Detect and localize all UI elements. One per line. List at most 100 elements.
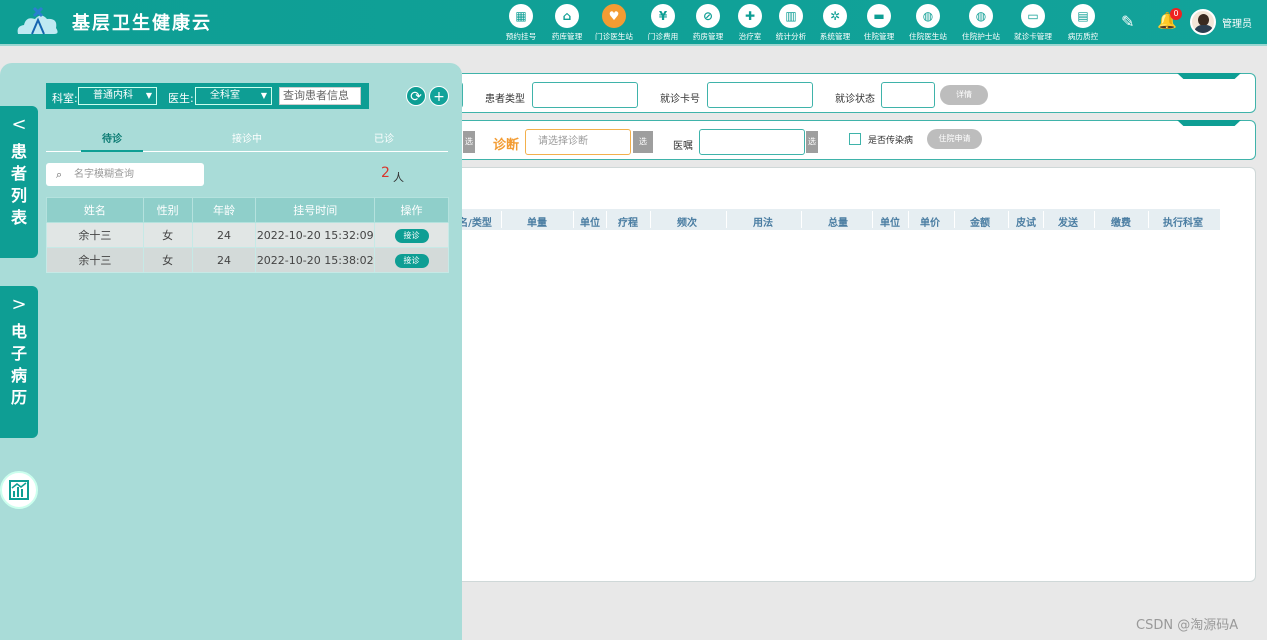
detail-button[interactable]: 详情 bbox=[940, 85, 988, 105]
nav-item[interactable]: ⊘ 药房管理 bbox=[685, 4, 731, 42]
nav-item-label: 住院管理 bbox=[863, 32, 895, 41]
search-icon: ⌕ bbox=[56, 168, 63, 181]
notification-badge: 0 bbox=[1170, 8, 1182, 20]
patient-type-input[interactable] bbox=[532, 82, 638, 108]
cell-time: 2022-10-20 15:38:02 bbox=[255, 247, 376, 273]
order-col-header: 疗程 bbox=[618, 218, 638, 229]
avatar[interactable] bbox=[1190, 9, 1216, 35]
nav-item[interactable]: ◍ 住院护士站 bbox=[958, 4, 1004, 42]
col-gender: 性别 bbox=[142, 197, 193, 223]
column-divider bbox=[650, 211, 651, 228]
nav-item[interactable]: ✲ 系统管理 bbox=[812, 4, 858, 42]
nav-item-label: 住院医生站 bbox=[909, 32, 947, 41]
nav-item[interactable]: ▬ 住院管理 bbox=[856, 4, 902, 42]
dept-select[interactable]: 普通内科 ▼ bbox=[78, 87, 157, 105]
cell-age: 24 bbox=[191, 222, 257, 248]
advice-select-button[interactable]: 选 bbox=[806, 131, 818, 153]
order-col-header: 缴费 bbox=[1111, 218, 1131, 229]
nav-item-label: 就诊卡管理 bbox=[1014, 32, 1052, 41]
diagnosis-input[interactable]: 请选择诊断 bbox=[525, 129, 631, 155]
line-chart-icon bbox=[9, 480, 29, 500]
doctor-select-value: 全科室 bbox=[210, 90, 240, 101]
cell-action: 接诊 bbox=[374, 247, 449, 273]
column-divider bbox=[872, 211, 873, 228]
select-button[interactable]: 选 bbox=[463, 131, 475, 153]
col-name: 姓名 bbox=[46, 197, 144, 223]
nav-item-label: 住院护士站 bbox=[962, 32, 1000, 41]
collapse-tab[interactable] bbox=[1177, 120, 1241, 126]
advice-input[interactable] bbox=[699, 129, 805, 155]
bed-icon: ▬ bbox=[867, 4, 891, 28]
chevron-right-icon: > bbox=[11, 294, 27, 315]
receive-button[interactable]: 接诊 bbox=[394, 253, 429, 268]
tab-waiting[interactable]: 待诊 bbox=[102, 130, 122, 145]
receive-button[interactable]: 接诊 bbox=[394, 228, 429, 243]
column-divider bbox=[908, 211, 909, 228]
name-search-placeholder: 名字模糊查询 bbox=[74, 169, 134, 180]
nav-item[interactable]: ▤ 病历质控 bbox=[1060, 4, 1106, 42]
nav-item-label: 治疗室 bbox=[738, 32, 762, 41]
nav-item[interactable]: ▥ 统计分析 bbox=[768, 4, 814, 42]
advice-label: 医嘱 bbox=[673, 141, 693, 152]
nav-item[interactable]: ◍ 住院医生站 bbox=[905, 4, 951, 42]
nav-item[interactable]: ¥ 门诊费用 bbox=[640, 4, 686, 42]
nav-item[interactable]: ▦ 预约挂号 bbox=[498, 4, 544, 42]
nav-item-label: 病历质控 bbox=[1067, 32, 1099, 41]
nav-item[interactable]: ▭ 就诊卡管理 bbox=[1010, 4, 1056, 42]
header-divider bbox=[0, 44, 1267, 46]
tab-active-indicator bbox=[81, 150, 143, 152]
card-no-label: 就诊卡号 bbox=[660, 94, 700, 105]
column-divider bbox=[573, 211, 574, 228]
side-tab-char: 列 bbox=[10, 186, 27, 205]
user-name[interactable]: 管理员 bbox=[1222, 15, 1252, 30]
side-tab-char: 表 bbox=[10, 208, 27, 227]
home-icon: ⌂ bbox=[555, 4, 579, 28]
chevron-down-icon: ▼ bbox=[145, 91, 152, 100]
side-tab-char: 者 bbox=[10, 164, 27, 183]
refresh-button[interactable]: ⟳ bbox=[406, 86, 426, 106]
table-row[interactable]: 余十三 女 24 2022-10-20 15:32:09 接诊 bbox=[46, 222, 449, 248]
patient-search-input[interactable]: 查询患者信息 bbox=[279, 87, 361, 105]
order-col-header: 金额 bbox=[970, 218, 990, 229]
nav-item[interactable]: ♥ 门诊医生站 bbox=[591, 4, 637, 42]
bar-chart-icon: ▥ bbox=[779, 4, 803, 28]
patient-panel bbox=[0, 63, 462, 640]
table-row[interactable]: 余十三 女 24 2022-10-20 15:38:02 接诊 bbox=[46, 247, 449, 273]
statistics-button[interactable] bbox=[0, 471, 38, 509]
side-tab-char: 历 bbox=[10, 388, 27, 407]
nav-item[interactable]: ⌂ 药库管理 bbox=[544, 4, 590, 42]
emr-tab[interactable]: > 电子病历 bbox=[0, 286, 38, 438]
order-col-header: 用法 bbox=[753, 218, 773, 229]
side-tab-char: 患 bbox=[10, 142, 27, 161]
tab-in-progress[interactable]: 接诊中 bbox=[232, 130, 262, 145]
cell-gender: 女 bbox=[142, 222, 193, 248]
patient-list-tab[interactable]: < 患者列表 bbox=[0, 106, 38, 258]
patient-table: 姓名 性别 年龄 挂号时间 操作 余十三 女 24 2022-10-20 15:… bbox=[46, 197, 449, 273]
name-search-input[interactable]: ⌕ 名字模糊查询 bbox=[46, 163, 204, 186]
infectious-checkbox[interactable] bbox=[849, 133, 861, 145]
column-divider bbox=[606, 211, 607, 228]
diagnosis-select-button[interactable]: 选 bbox=[633, 131, 653, 153]
admission-button[interactable]: 住院申请 bbox=[927, 129, 982, 149]
card-no-input[interactable] bbox=[707, 82, 813, 108]
order-col-header: 单量 bbox=[527, 218, 547, 229]
nav-item-label: 预约挂号 bbox=[505, 32, 537, 41]
side-tab-char: 子 bbox=[10, 344, 27, 363]
doctor-select[interactable]: 全科室 ▼ bbox=[195, 87, 272, 105]
watermark: CSDN @淘源码A bbox=[1136, 618, 1239, 633]
pill-icon: ⊘ bbox=[696, 4, 720, 28]
column-divider bbox=[1008, 211, 1009, 228]
add-button[interactable]: + bbox=[429, 86, 449, 106]
nav-item-label: 统计分析 bbox=[775, 32, 807, 41]
edit-icon[interactable]: ✎ bbox=[1121, 12, 1134, 31]
visit-status-input[interactable] bbox=[881, 82, 935, 108]
nav-item[interactable]: ✚ 治疗室 bbox=[727, 4, 773, 42]
order-col-header: 发送 bbox=[1058, 218, 1078, 229]
tab-done[interactable]: 已诊 bbox=[374, 130, 394, 145]
side-tab-char: 病 bbox=[10, 366, 27, 385]
calendar-icon: ▦ bbox=[509, 4, 533, 28]
patient-count: 2 bbox=[381, 165, 390, 181]
collapse-tab[interactable] bbox=[1177, 73, 1241, 79]
order-col-header: 单价 bbox=[920, 218, 940, 229]
cell-name: 余十三 bbox=[46, 247, 144, 273]
